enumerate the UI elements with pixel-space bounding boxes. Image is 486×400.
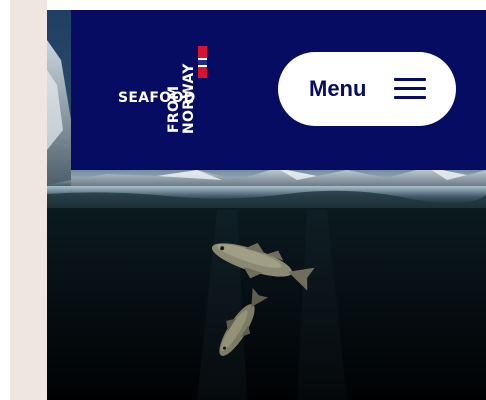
hamburger-icon — [394, 78, 426, 100]
logo-from-text: FROM — [166, 85, 182, 133]
page-edge — [0, 0, 10, 400]
menu-button[interactable]: Menu — [278, 52, 456, 126]
norway-flag-icon — [198, 46, 207, 78]
menu-button-label: Menu — [309, 76, 367, 101]
logo-norway-text: NORWAY — [181, 63, 197, 134]
side-strip — [10, 0, 47, 400]
seafood-from-norway-logo[interactable]: SEAFOOD FROM NORWAY — [118, 44, 218, 136]
